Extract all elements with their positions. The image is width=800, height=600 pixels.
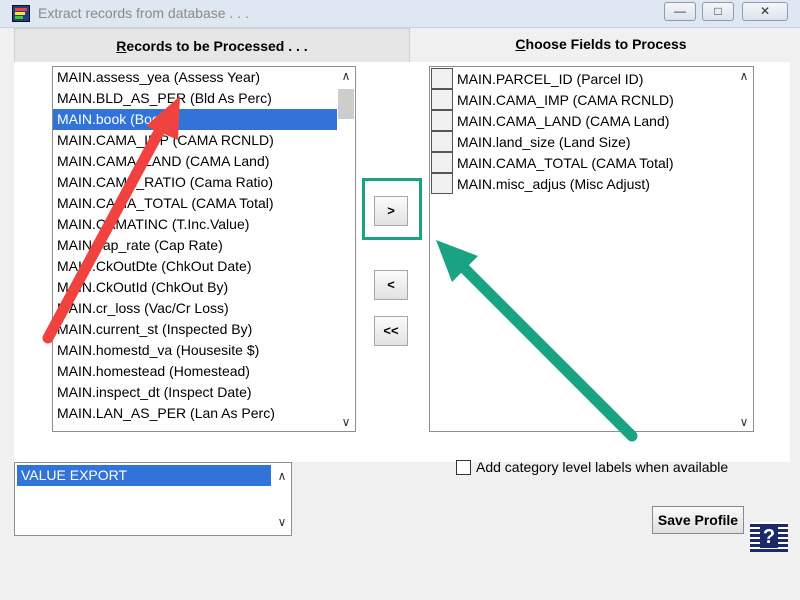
fields-scrollbar[interactable]: ∧ ∨: [735, 67, 753, 431]
category-labels-checkbox[interactable]: [456, 459, 471, 475]
scroll-up-arrow[interactable]: ∧: [735, 67, 753, 85]
field-order-box[interactable]: [431, 131, 453, 152]
record-list-item[interactable]: MAIN.homestead (Homestead): [53, 361, 337, 382]
field-list-item[interactable]: MAIN.CAMA_IMP (CAMA RCNLD): [431, 89, 735, 110]
profile-scrollbar[interactable]: ∧ ∨: [273, 463, 291, 535]
category-labels-option[interactable]: Add category level labels when available: [456, 459, 728, 475]
scroll-down-arrow[interactable]: ∨: [337, 413, 355, 431]
scroll-up-arrow[interactable]: ∧: [273, 467, 291, 485]
record-list-item[interactable]: MAIN.CkOutId (ChkOut By): [53, 277, 337, 298]
record-list-item[interactable]: MAIN.book (Book): [53, 109, 337, 130]
title-bar: Extract records from database . . . — □ …: [0, 0, 800, 28]
field-label: MAIN.PARCEL_ID (Parcel ID): [457, 70, 644, 87]
minimize-button[interactable]: —: [664, 2, 696, 21]
field-label: MAIN.CAMA_TOTAL (CAMA Total): [457, 154, 674, 171]
field-order-box[interactable]: [431, 68, 453, 89]
record-list-item[interactable]: MAIN.CAMA_LAND (CAMA Land): [53, 151, 337, 172]
save-profile-button[interactable]: Save Profile: [652, 506, 744, 534]
highlight-box: [362, 178, 422, 240]
field-order-box[interactable]: [431, 110, 453, 131]
tab-fields-label: hoose Fields to Process: [525, 36, 687, 52]
tab-fields-accel: C: [515, 36, 526, 52]
help-glyph: ?: [759, 526, 779, 548]
field-list-item[interactable]: MAIN.CAMA_TOTAL (CAMA Total): [431, 152, 735, 173]
close-button[interactable]: ✕: [742, 2, 788, 21]
field-label: MAIN.misc_adjus (Misc Adjust): [457, 175, 650, 192]
fields-listbox[interactable]: MAIN.PARCEL_ID (Parcel ID) MAIN.CAMA_IMP …: [429, 66, 754, 432]
scroll-down-arrow[interactable]: ∨: [735, 413, 753, 431]
category-labels-label: Add category level labels when available: [476, 459, 729, 475]
record-list-item[interactable]: MAIN.assess_yea (Assess Year): [53, 67, 337, 88]
record-list-item[interactable]: MAIN.homestd_va (Housesite $): [53, 340, 337, 361]
record-list-item[interactable]: MAIN.current_st (Inspected By): [53, 319, 337, 340]
record-list-item[interactable]: MAIN.CAMA_TOTAL (CAMA Total): [53, 193, 337, 214]
record-list-item[interactable]: MAIN.LAN_AS_PER (Lan As Perc): [53, 403, 337, 424]
field-list-item[interactable]: MAIN.misc_adjus (Misc Adjust): [431, 173, 735, 194]
window-title: Extract records from database . . .: [38, 5, 249, 21]
record-list-item[interactable]: MAIN.cap_rate (Cap Rate): [53, 235, 337, 256]
scroll-down-arrow[interactable]: ∨: [273, 513, 291, 531]
record-list-item[interactable]: MAIN.CAMA_RATIO (Cama Ratio): [53, 172, 337, 193]
record-list-item[interactable]: MAIN.CAMA_IMP (CAMA RCNLD): [53, 130, 337, 151]
record-list-item[interactable]: MAIN.cr_loss (Vac/Cr Loss): [53, 298, 337, 319]
field-order-box[interactable]: [431, 152, 453, 173]
profile-listbox[interactable]: VALUE EXPORT ∧ ∨: [14, 462, 292, 536]
field-label: MAIN.land_size (Land Size): [457, 133, 631, 150]
field-list-item[interactable]: MAIN.PARCEL_ID (Parcel ID): [431, 68, 735, 89]
help-icon[interactable]: ?: [750, 522, 788, 552]
remove-all-fields-button[interactable]: <<: [374, 316, 408, 346]
field-list-item[interactable]: MAIN.CAMA_LAND (CAMA Land): [431, 110, 735, 131]
tab-choose-fields[interactable]: Choose Fields to Process: [411, 30, 791, 58]
record-list-item[interactable]: MAIN.CAMATINC (T.Inc.Value): [53, 214, 337, 235]
scroll-up-arrow[interactable]: ∧: [337, 67, 355, 85]
scroll-thumb[interactable]: [338, 89, 354, 119]
tab-records-label: ecords to be Processed . . .: [126, 38, 308, 54]
tab-records-to-process[interactable]: Records to be Processed . . .: [14, 28, 410, 62]
field-label: MAIN.CAMA_IMP (CAMA RCNLD): [457, 91, 674, 108]
record-list-item[interactable]: MAIN.inspect_dt (Inspect Date): [53, 382, 337, 403]
field-label: MAIN.CAMA_LAND (CAMA Land): [457, 112, 670, 129]
tab-records-accel: R: [116, 38, 127, 54]
record-list-item[interactable]: MAIN.CkOutDte (ChkOut Date): [53, 256, 337, 277]
maximize-button[interactable]: □: [702, 2, 734, 21]
app-icon: [12, 5, 30, 22]
profile-item[interactable]: VALUE EXPORT: [17, 465, 271, 486]
records-listbox[interactable]: MAIN.assess_yea (Assess Year) MAIN.BLD_AS…: [52, 66, 356, 432]
records-scrollbar[interactable]: ∧ ∨: [337, 67, 355, 431]
field-list-item[interactable]: MAIN.land_size (Land Size): [431, 131, 735, 152]
field-order-box[interactable]: [431, 173, 453, 194]
remove-field-button[interactable]: <: [374, 270, 408, 300]
record-list-item[interactable]: MAIN.BLD_AS_PER (Bld As Perc): [53, 88, 337, 109]
field-order-box[interactable]: [431, 89, 453, 110]
